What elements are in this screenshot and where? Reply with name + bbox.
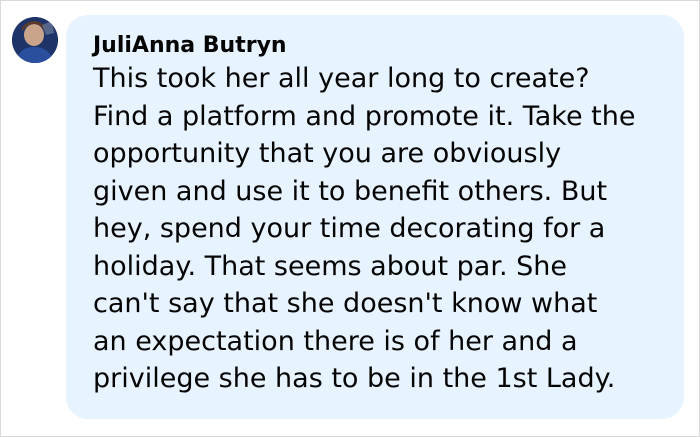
comment-line: privilege she has to be in the 1st Lady. <box>93 363 616 394</box>
comment-line: an expectation there is of her and a <box>93 325 578 357</box>
comment-line: can't say that she doesn't know what <box>93 288 598 319</box>
comment-line: This took her all year long to create? <box>93 63 590 94</box>
author-avatar[interactable] <box>12 17 58 63</box>
comment-line: holiday. That seems about par. She <box>93 250 567 282</box>
comment-bubble: JuliAnna Butryn This took her all year l… <box>66 15 684 419</box>
comment-line: opportunity that you are obviously <box>93 138 562 169</box>
comment-line: Find a platform and promote it. Take the <box>93 100 636 132</box>
avatar-photo-icon <box>12 17 58 63</box>
comment-line: given and use it to benefit others. But <box>93 175 608 207</box>
comment-line: hey, spend your time decorating for a <box>93 213 606 244</box>
comment-text: This took her all year long to create? F… <box>93 60 673 398</box>
comment-author-name[interactable]: JuliAnna Butryn <box>93 33 287 58</box>
